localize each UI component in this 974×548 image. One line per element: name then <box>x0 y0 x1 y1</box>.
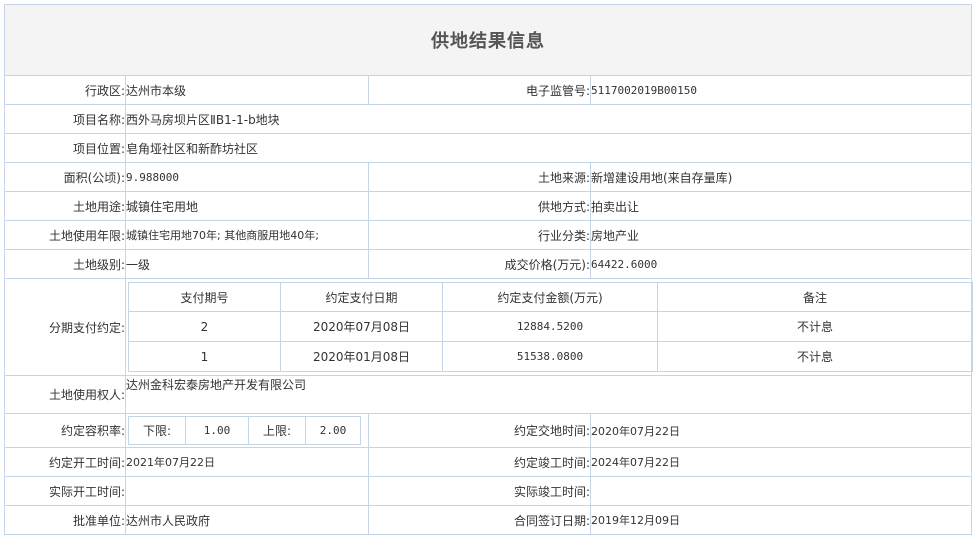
finish-actual-label: 实际竣工时间: <box>368 476 591 506</box>
delivery-label: 约定交地时间: <box>368 413 591 448</box>
installment-period: 2 <box>128 311 281 342</box>
area-value: 9.988000 <box>125 162 369 192</box>
contract-date-label: 合同签订日期: <box>368 505 591 535</box>
supervision-no-value: 5117002019B00150 <box>590 75 972 105</box>
installment-header-date: 约定支付日期 <box>280 282 443 312</box>
start-agreed-value: 2021年07月22日 <box>125 447 369 477</box>
installment-label: 分期支付约定: <box>4 278 126 376</box>
installment-amount: 12884.5200 <box>442 311 658 342</box>
installment-date: 2020年01月08日 <box>280 341 443 372</box>
start-actual-value <box>125 476 369 506</box>
approval-value: 达州市人民政府 <box>125 505 369 535</box>
installment-period: 1 <box>128 341 281 372</box>
land-supply-result-panel: 供地结果信息 行政区: 达州市本级 电子监管号: 5117002019B0015… <box>4 4 973 535</box>
installment-header-row: 支付期号 约定支付日期 约定支付金额(万元) 备注 <box>128 282 973 312</box>
far-label: 约定容积率: <box>4 413 126 448</box>
finish-agreed-value: 2024年07月22日 <box>590 447 972 477</box>
table-row: 2 2020年07月08日 12884.5200 不计息 <box>128 311 973 342</box>
finish-agreed-label: 约定竣工时间: <box>368 447 591 477</box>
installment-table: 支付期号 约定支付日期 约定支付金额(万元) 备注 2 2020年07月08日 … <box>128 282 973 372</box>
price-value: 64422.6000 <box>590 249 972 279</box>
installment-header-note: 备注 <box>657 282 973 312</box>
supply-method-value: 拍卖出让 <box>590 191 972 221</box>
district-label: 行政区: <box>4 75 126 105</box>
district-value: 达州市本级 <box>125 75 369 105</box>
user-label: 土地使用权人: <box>4 375 126 414</box>
far-upper-label: 上限: <box>248 416 306 445</box>
start-actual-label: 实际开工时间: <box>4 476 126 506</box>
installment-note: 不计息 <box>657 311 973 342</box>
installment-date: 2020年07月08日 <box>280 311 443 342</box>
installment-header-period: 支付期号 <box>128 282 281 312</box>
approval-label: 批准单位: <box>4 505 126 535</box>
start-agreed-label: 约定开工时间: <box>4 447 126 477</box>
project-name-value: 西外马房坝片区ⅡB1-1-b地块 <box>125 104 972 134</box>
far-table: 下限: 1.00 上限: 2.00 <box>128 416 361 445</box>
land-grade-label: 土地级别: <box>4 249 126 279</box>
land-use-value: 城镇住宅用地 <box>125 191 369 221</box>
project-location-label: 项目位置: <box>4 133 126 163</box>
installment-cell: 支付期号 约定支付日期 约定支付金额(万元) 备注 2 2020年07月08日 … <box>125 278 973 376</box>
area-label: 面积(公顷): <box>4 162 126 192</box>
land-use-label: 土地用途: <box>4 191 126 221</box>
page-title: 供地结果信息 <box>4 4 972 76</box>
land-grade-value: 一级 <box>125 249 369 279</box>
industry-value: 房地产业 <box>590 220 972 250</box>
user-value: 达州金科宏泰房地产开发有限公司 <box>125 375 972 414</box>
installment-note: 不计息 <box>657 341 973 372</box>
industry-label: 行业分类: <box>368 220 591 250</box>
project-name-label: 项目名称: <box>4 104 126 134</box>
price-label: 成交价格(万元): <box>368 249 591 279</box>
supply-method-label: 供地方式: <box>368 191 591 221</box>
far-lower-label: 下限: <box>128 416 186 445</box>
supervision-no-label: 电子监管号: <box>368 75 591 105</box>
land-source-value: 新增建设用地(来自存量库) <box>590 162 972 192</box>
installment-amount: 51538.0800 <box>442 341 658 372</box>
contract-date-value: 2019年12月09日 <box>590 505 972 535</box>
installment-header-amount: 约定支付金额(万元) <box>442 282 658 312</box>
finish-actual-value <box>590 476 972 506</box>
project-location-value: 皂角垭社区和新酢坊社区 <box>125 133 972 163</box>
delivery-value: 2020年07月22日 <box>590 413 972 448</box>
far-lower-value: 1.00 <box>185 416 249 445</box>
use-term-label: 土地使用年限: <box>4 220 126 250</box>
land-source-label: 土地来源: <box>368 162 591 192</box>
far-cell: 下限: 1.00 上限: 2.00 <box>125 413 369 448</box>
far-upper-value: 2.00 <box>305 416 361 445</box>
table-row: 1 2020年01月08日 51538.0800 不计息 <box>128 341 973 372</box>
use-term-value: 城镇住宅用地70年; 其他商服用地40年; <box>125 220 369 250</box>
info-table: 供地结果信息 行政区: 达州市本级 电子监管号: 5117002019B0015… <box>4 4 973 535</box>
